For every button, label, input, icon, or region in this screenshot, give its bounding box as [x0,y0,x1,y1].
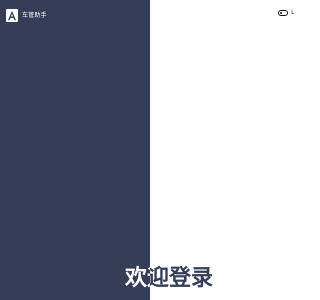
language-label[interactable]: L [291,10,294,16]
right-panel: L [150,0,300,300]
toggle-switch-icon[interactable] [278,10,289,16]
brand: 车管助手 [6,9,47,22]
left-panel: 车管助手 [0,0,150,300]
brand-name: 车管助手 [22,11,47,19]
toggle-knob [280,12,283,14]
top-controls: L [278,10,294,16]
letter-a-logo-icon [6,9,18,22]
login-page: 车管助手 L 欢迎登录 欢迎登录 [0,0,300,300]
hero-title-graphic: 欢迎登录 欢迎登录 [125,265,213,290]
